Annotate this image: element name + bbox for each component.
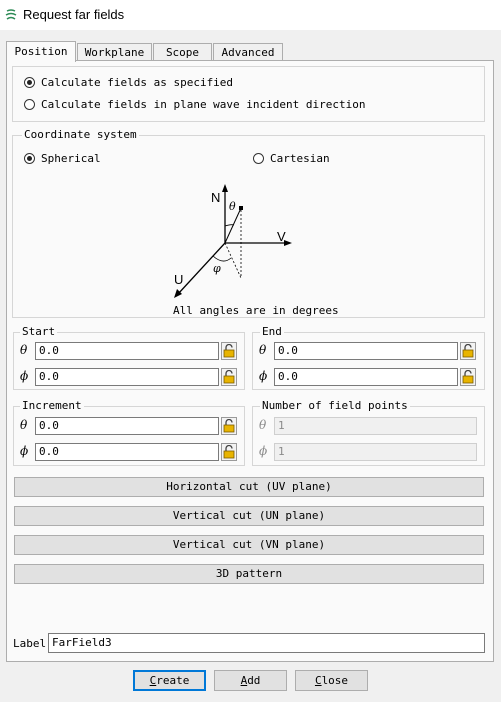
start-theta-symbol: θ	[20, 343, 28, 357]
field-point-marker	[239, 206, 243, 210]
cartesian-radio[interactable]	[253, 153, 264, 164]
num-points-theta-input[interactable]: 1	[274, 417, 477, 435]
label-field-label: Label	[13, 637, 47, 650]
add-button[interactable]: Add	[214, 670, 287, 691]
window-title: Request far fields	[23, 7, 125, 22]
increment-theta-input[interactable]: 0.0	[35, 417, 219, 435]
v-axis-label: V	[277, 229, 286, 244]
create-button[interactable]: Create	[133, 670, 206, 691]
start-theta-input[interactable]: 0.0	[35, 342, 219, 360]
spherical-radio[interactable]	[24, 153, 35, 164]
tab-advanced[interactable]: Advanced	[213, 43, 283, 60]
increment-theta-lock-button[interactable]	[221, 417, 237, 435]
increment-phi-symbol: ϕ	[20, 444, 29, 458]
close-button-label: lose	[321, 674, 349, 687]
phi-arc	[212, 255, 232, 262]
tab-workplane[interactable]: Workplane	[77, 43, 152, 60]
add-button-label: dd	[247, 674, 261, 687]
end-theta-input[interactable]: 0.0	[274, 342, 458, 360]
cartesian-label: Cartesian	[270, 152, 330, 165]
num-points-phi-symbol: ϕ	[259, 444, 268, 458]
start-phi-lock-button[interactable]	[221, 368, 237, 386]
u-axis-label: U	[174, 272, 183, 287]
end-phi-symbol: ϕ	[259, 369, 268, 383]
vertical-cut-un-button[interactable]: Vertical cut (UN plane)	[14, 506, 484, 526]
theta-label: θ	[229, 200, 236, 213]
calc-as-specified-radio[interactable]	[24, 77, 35, 88]
title-bar: Request far fields	[0, 0, 501, 30]
n-axis-arrow	[222, 184, 228, 192]
tab-scope[interactable]: Scope	[153, 43, 212, 60]
start-theta-lock-button[interactable]	[221, 342, 237, 360]
vertical-cut-vn-button[interactable]: Vertical cut (VN plane)	[14, 535, 484, 555]
create-button-label: reate	[156, 674, 190, 687]
angles-note: All angles are in degrees	[173, 304, 339, 317]
unlock-icon	[223, 370, 235, 384]
end-theta-lock-button[interactable]	[460, 342, 476, 360]
unlock-icon	[223, 419, 235, 433]
start-phi-input[interactable]: 0.0	[35, 368, 219, 386]
end-title: End	[260, 325, 284, 338]
num-points-phi-input[interactable]: 1	[274, 443, 477, 461]
spherical-coordinates-diagram: N V U θ φ	[174, 184, 292, 298]
unlock-icon	[462, 344, 474, 358]
close-button-mnemonic: C	[314, 674, 322, 687]
far-field-icon	[5, 9, 17, 20]
coordinate-system-title: Coordinate system	[22, 128, 139, 141]
tab-position[interactable]: Position	[6, 41, 76, 62]
calc-plane-wave-label: Calculate fields in plane wave incident …	[41, 98, 366, 111]
calc-mode-group	[12, 66, 485, 122]
end-theta-symbol: θ	[259, 343, 267, 357]
num-points-theta-symbol: θ	[259, 418, 267, 432]
start-phi-symbol: ϕ	[20, 369, 29, 383]
unlock-icon	[223, 344, 235, 358]
close-button[interactable]: Close	[295, 670, 368, 691]
increment-title: Increment	[20, 399, 84, 412]
unlock-icon	[462, 370, 474, 384]
calc-as-specified-label: Calculate fields as specified	[41, 76, 234, 89]
num-points-title: Number of field points	[260, 399, 410, 412]
end-phi-input[interactable]: 0.0	[274, 368, 458, 386]
increment-phi-input[interactable]: 0.0	[35, 443, 219, 461]
spherical-label: Spherical	[41, 152, 101, 165]
phi-label: φ	[213, 262, 221, 275]
unlock-icon	[223, 445, 235, 459]
label-input[interactable]: FarField3	[48, 633, 485, 653]
increment-phi-lock-button[interactable]	[221, 443, 237, 461]
calc-plane-wave-radio[interactable]	[24, 99, 35, 110]
increment-theta-symbol: θ	[20, 418, 28, 432]
n-axis-label: N	[211, 190, 220, 205]
horizontal-cut-button[interactable]: Horizontal cut (UV plane)	[14, 477, 484, 497]
3d-pattern-button[interactable]: 3D pattern	[14, 564, 484, 584]
start-title: Start	[20, 325, 58, 338]
end-phi-lock-button[interactable]	[460, 368, 476, 386]
